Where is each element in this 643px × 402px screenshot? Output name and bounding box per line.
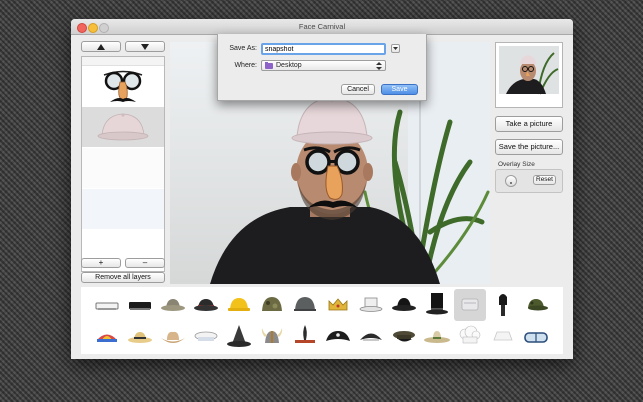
chevron-down-icon	[393, 47, 398, 50]
sombrero-icon	[424, 331, 450, 343]
hat-military-cap[interactable]	[388, 321, 420, 353]
app-window: Face Carnival + – Remove all layers Save…	[71, 19, 573, 359]
snapshot-thumbnail	[499, 46, 559, 95]
cowboy-hat-icon	[161, 331, 185, 343]
goggles-icon	[524, 332, 548, 343]
hat-bicorne-hat[interactable]	[355, 321, 387, 353]
overlay-picker[interactable]	[81, 287, 563, 354]
save-as-label: Save As:	[229, 45, 257, 52]
move-layer-down-button[interactable]	[125, 41, 165, 52]
minimize-window-button[interactable]	[88, 22, 98, 33]
save-button[interactable]: Save	[381, 84, 418, 95]
remove-layer-button[interactable]: –	[125, 258, 165, 268]
viking-helmet-icon	[261, 328, 283, 343]
feather-icon	[295, 325, 315, 343]
hat-black-bowler[interactable]	[388, 289, 420, 321]
remove-all-layers-button[interactable]: Remove all layers	[81, 272, 165, 283]
close-window-button[interactable]	[77, 22, 87, 33]
save-dialog-sheet: Save As: Where: Desktop Cancel Save	[217, 34, 427, 101]
overlay-size-knob[interactable]	[505, 175, 517, 187]
hat-nurse-cap[interactable]	[487, 321, 519, 353]
layer-item-empty	[82, 148, 164, 188]
filename-input[interactable]	[261, 43, 386, 55]
hat-tall-top-hat[interactable]	[421, 289, 453, 321]
steel-helmet-icon	[294, 297, 316, 311]
cancel-button[interactable]: Cancel	[341, 84, 375, 95]
hat-cowboy-hat[interactable]	[157, 321, 189, 353]
move-layer-up-button[interactable]	[81, 41, 121, 52]
black-cap-icon	[129, 302, 151, 310]
glasses-nose-mustache-icon	[103, 70, 143, 102]
camo-helmet-icon	[262, 297, 282, 311]
hat-pirate-hat[interactable]	[322, 321, 354, 353]
hat-crown[interactable]	[322, 289, 354, 321]
hat-diving-goggles[interactable]	[520, 321, 552, 353]
hat-hard-hat[interactable]	[223, 289, 255, 321]
straw-hat-icon	[128, 332, 152, 343]
safari-hat-icon	[161, 299, 185, 311]
hat-safari-hat[interactable]	[157, 289, 189, 321]
hat-viking-helmet[interactable]	[256, 321, 288, 353]
hat-white-top-hat[interactable]	[355, 289, 387, 321]
hat-feather-headband[interactable]	[289, 321, 321, 353]
hat-wizard-hat[interactable]	[223, 321, 255, 353]
hat-steel-helmet[interactable]	[289, 289, 321, 321]
layer-item-empty	[82, 189, 164, 229]
folder-icon	[265, 62, 273, 69]
where-value: Desktop	[276, 62, 302, 69]
save-picture-button[interactable]: Save the picture...	[495, 139, 563, 155]
hat-black-cap[interactable]	[124, 289, 156, 321]
reset-button[interactable]: Reset	[533, 175, 556, 185]
hat-straw-hat[interactable]	[124, 321, 156, 353]
hard-hat-icon	[228, 298, 250, 311]
arrow-up-icon	[97, 44, 105, 50]
hat-jester-hat[interactable]	[91, 321, 123, 353]
chef-hat-icon	[459, 325, 481, 344]
bicorne-hat-icon	[360, 333, 382, 341]
take-picture-button[interactable]: Take a picture	[495, 116, 563, 132]
where-select[interactable]: Desktop	[261, 60, 386, 71]
overlay-size-label: Overlay Size	[498, 161, 535, 168]
bowler-hat-icon	[194, 299, 218, 311]
top-hat-icon	[359, 297, 383, 312]
crown-icon	[328, 298, 348, 311]
busby-hat-icon	[499, 294, 507, 316]
updown-chevron-icon	[376, 62, 382, 70]
jester-hat-icon	[97, 334, 117, 342]
pirate-hat-icon	[326, 331, 350, 341]
hat-busby[interactable]	[487, 289, 519, 321]
hat-white-cap[interactable]	[91, 289, 123, 321]
tall-top-hat-icon	[426, 293, 448, 315]
layer-item-glasses-nose[interactable]	[82, 66, 164, 106]
window-title: Face Carnival	[298, 22, 346, 31]
layer-item-cap[interactable]	[82, 107, 164, 147]
layers-list[interactable]	[81, 56, 165, 272]
knob-indicator	[510, 182, 512, 184]
hat-chef-hat[interactable]	[454, 321, 486, 353]
bowler-hat-icon	[392, 298, 416, 311]
overlay-size-group: Reset	[495, 169, 563, 193]
white-cap-icon	[95, 302, 119, 310]
hat-camo-helmet[interactable]	[256, 289, 288, 321]
hat-sailor-cap[interactable]	[190, 321, 222, 353]
arrow-down-icon	[141, 44, 149, 50]
expand-dialog-button[interactable]	[391, 44, 400, 53]
sailor-cap-icon	[194, 331, 218, 341]
layer-header	[82, 57, 164, 66]
hat-red-bowler[interactable]	[190, 289, 222, 321]
title-bar: Face Carnival	[71, 19, 573, 35]
wizard-hat-icon	[227, 325, 251, 347]
army-cap-icon	[528, 299, 548, 311]
glass-hat-icon	[461, 298, 479, 311]
hat-sombrero[interactable]	[421, 321, 453, 353]
hat-glass-hat[interactable]	[454, 289, 486, 321]
add-layer-button[interactable]: +	[81, 258, 121, 268]
where-label: Where:	[234, 62, 257, 69]
zoom-window-button[interactable]	[99, 22, 109, 33]
military-cap-icon	[393, 331, 415, 342]
snapshot-preview	[495, 42, 563, 108]
nurse-cap-icon	[493, 331, 513, 341]
hat-army-cap[interactable]	[520, 289, 552, 321]
white-cap-icon	[97, 113, 149, 141]
